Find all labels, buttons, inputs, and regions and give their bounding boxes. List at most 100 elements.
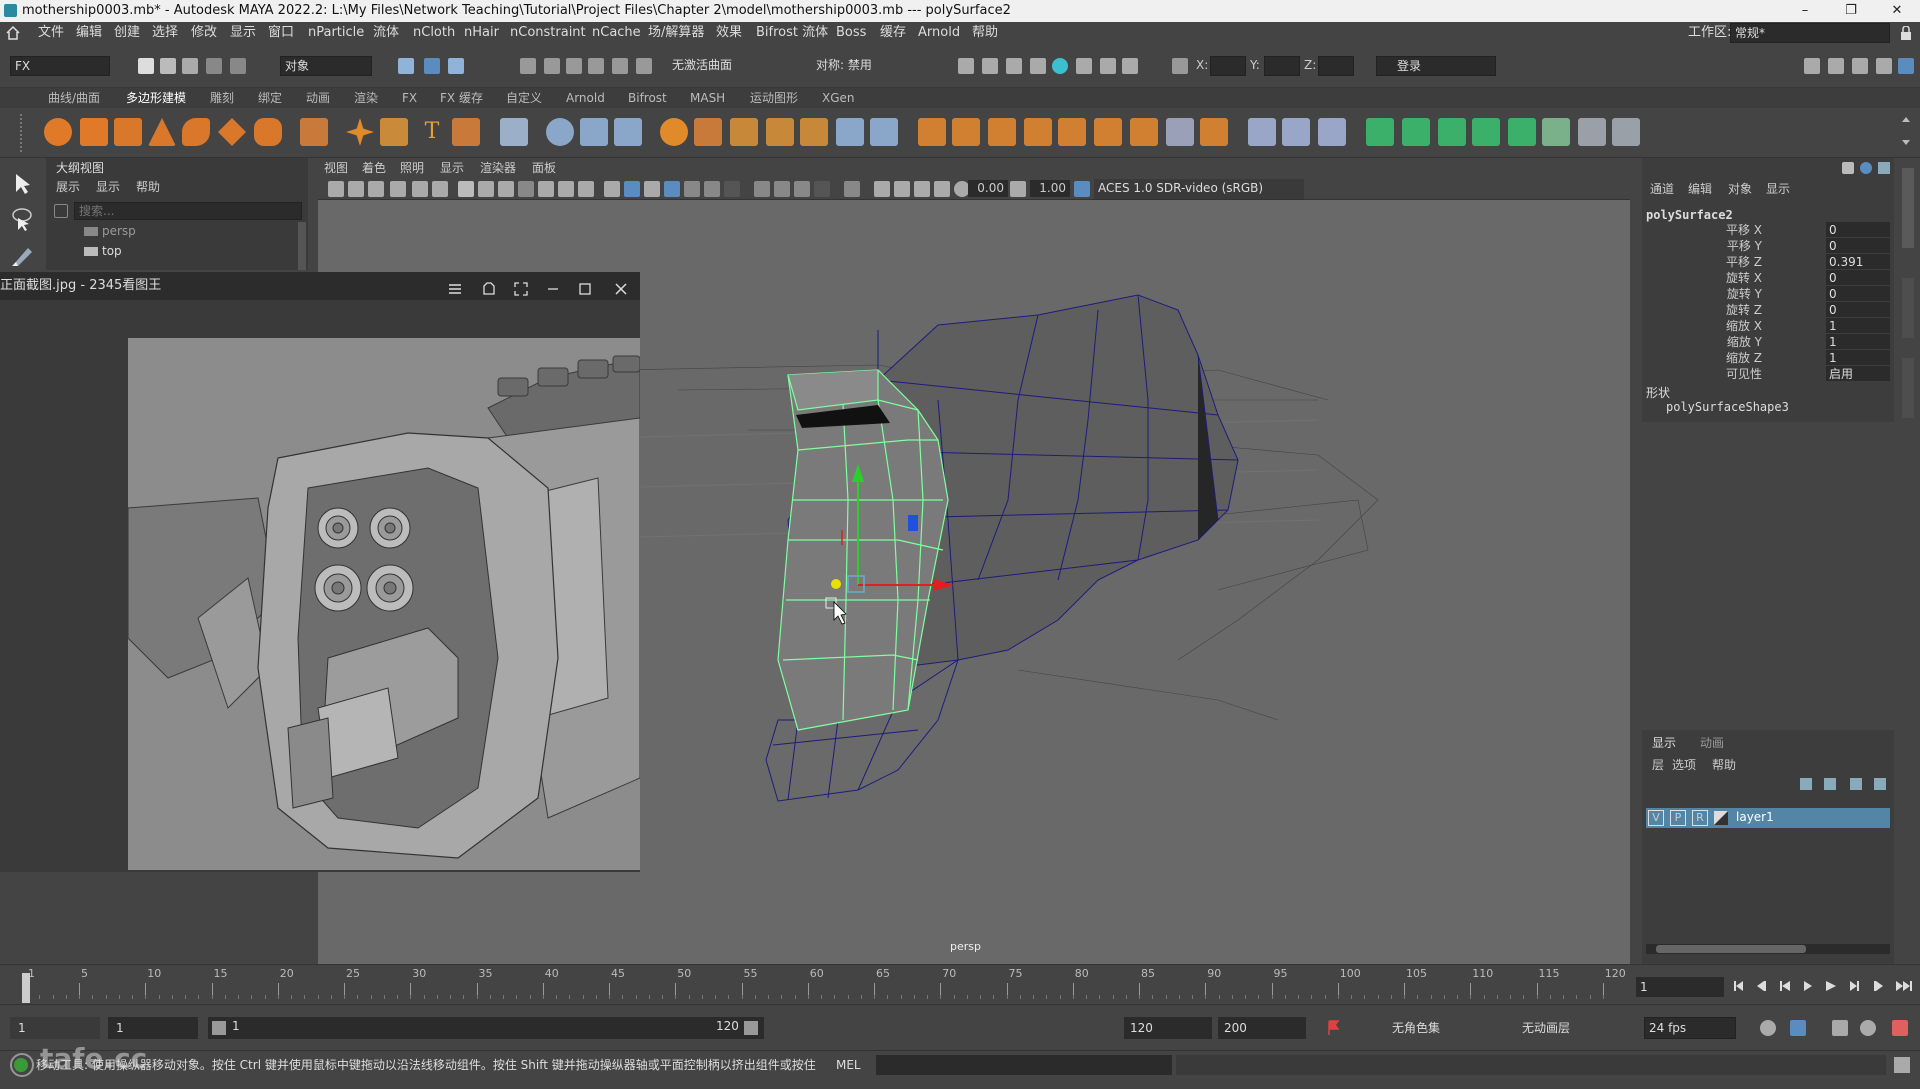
shelf-tab-rendering[interactable]: 渲染 <box>354 88 378 108</box>
channel-box-hyper-icon[interactable] <box>1878 162 1890 174</box>
redo-icon[interactable] <box>230 58 246 74</box>
script-language-label[interactable]: MEL <box>836 1051 861 1079</box>
viewport-menu-lighting[interactable]: 照明 <box>400 158 424 178</box>
snap-view-icon[interactable] <box>588 58 604 74</box>
snap-pivot-icon[interactable] <box>636 58 652 74</box>
sew-uv-icon[interactable] <box>1508 118 1536 146</box>
timeline-settings-icon[interactable] <box>1892 1020 1908 1036</box>
fps-select[interactable]: 24 fps <box>1644 1017 1736 1039</box>
type-tool-icon[interactable]: T <box>418 118 446 146</box>
sweep-mesh-icon[interactable] <box>380 118 408 146</box>
layer-playback-toggle[interactable]: P <box>1670 810 1686 826</box>
menu-fields-solvers[interactable]: 场/解算器 <box>648 22 704 44</box>
bridge-icon[interactable] <box>730 118 758 146</box>
cache-playback-icon[interactable] <box>1790 1020 1806 1036</box>
ambient-occlusion-icon[interactable] <box>754 181 770 197</box>
channel-row[interactable]: 平移 Y 0 <box>1642 238 1894 254</box>
pause-icon[interactable] <box>1122 58 1138 74</box>
svg-tool-icon[interactable] <box>452 118 480 146</box>
viewport-menu-renderer[interactable]: 渲染器 <box>480 158 516 178</box>
channel-row[interactable]: 缩放 X 1 <box>1642 318 1894 334</box>
exposure-field[interactable]: 0.00 <box>968 180 1008 197</box>
snap-point-icon[interactable] <box>566 58 582 74</box>
layout-uv-icon[interactable] <box>1578 118 1606 146</box>
safe-title-icon[interactable] <box>578 181 594 197</box>
arnold-render-icon[interactable] <box>1052 58 1068 74</box>
image-viewer-titlebar[interactable]: 正面截图.jpg - 2345看图王 <box>0 272 640 300</box>
channel-label[interactable]: 旋转 X <box>1726 270 1762 286</box>
current-time-marker[interactable] <box>22 973 30 1003</box>
smooth-shade-icon[interactable] <box>644 181 660 197</box>
viewport-menu-show[interactable]: 显示 <box>440 158 464 178</box>
poly-cone-icon[interactable] <box>148 118 176 146</box>
channel-label[interactable]: 平移 Z <box>1726 254 1762 270</box>
side-tab-attribute-editor[interactable] <box>1902 278 1914 338</box>
close-icon[interactable] <box>614 279 628 295</box>
shelf-tab-fx[interactable]: FX <box>402 88 417 108</box>
shelf-grip[interactable] <box>20 114 28 152</box>
channel-value[interactable]: 0 <box>1826 238 1890 253</box>
play-forward-button[interactable] <box>1822 977 1840 995</box>
channel-value[interactable]: 0.391 <box>1826 254 1890 269</box>
maximize-icon[interactable] <box>578 279 592 295</box>
layer-reference-toggle[interactable]: R <box>1692 810 1708 826</box>
play-backward-button[interactable] <box>1800 977 1818 995</box>
motion-blur-icon[interactable] <box>814 181 830 197</box>
shelf-tab-custom[interactable]: 自定义 <box>506 88 542 108</box>
channel-label[interactable]: 旋转 Y <box>1727 286 1762 302</box>
channel-row[interactable]: 缩放 Y 1 <box>1642 334 1894 350</box>
layer-visibility-toggle[interactable]: V <box>1648 810 1664 826</box>
image-viewer-window[interactable]: 正面截图.jpg - 2345看图王 <box>0 272 640 872</box>
step-forward-frame-button[interactable] <box>1846 977 1864 995</box>
lock-icon[interactable] <box>1900 25 1912 40</box>
range-end-handle[interactable] <box>744 1021 758 1035</box>
login-select[interactable]: 登录 <box>1376 56 1496 76</box>
paint-select-tool-icon[interactable] <box>10 242 36 268</box>
shelf-tab-sculpting[interactable]: 雕刻 <box>210 88 234 108</box>
command-line-input[interactable] <box>876 1055 1172 1075</box>
2d-pan-zoom-icon[interactable] <box>412 181 428 197</box>
target-weld-icon[interactable] <box>988 118 1016 146</box>
viewport-menu-view[interactable]: 视图 <box>324 158 348 178</box>
poke-icon[interactable] <box>1094 118 1122 146</box>
menu-arnold[interactable]: Arnold <box>918 22 960 44</box>
time-ruler[interactable]: 1 5 10 15 20 25 30 35 40 45 50 55 60 65 70 75 80 85 90 95 10… <box>26 965 1626 1005</box>
gamma-field[interactable]: 1.00 <box>1030 180 1070 197</box>
channel-row[interactable]: 平移 Z 0.391 <box>1642 254 1894 270</box>
camera-based-map-icon[interactable] <box>1366 118 1394 146</box>
planar-map-icon[interactable] <box>1282 118 1310 146</box>
unfold-icon[interactable] <box>1542 118 1570 146</box>
poly-sphere-icon[interactable] <box>44 118 72 146</box>
gamma-icon[interactable] <box>1010 181 1026 197</box>
poly-cube-icon[interactable] <box>80 118 108 146</box>
layer-row[interactable]: V P R layer1 <box>1646 808 1890 828</box>
fill-hole-icon[interactable] <box>836 118 864 146</box>
selection-mode-select[interactable]: 对象 <box>280 56 372 76</box>
extrude-icon[interactable] <box>766 118 794 146</box>
smooth-icon[interactable] <box>660 118 688 146</box>
menu-display[interactable]: 显示 <box>230 22 256 44</box>
outliner-filter-icon[interactable] <box>54 204 68 218</box>
xray-icon[interactable] <box>664 181 680 197</box>
menu-bifrost-fluids[interactable]: Bifrost 流体 <box>756 22 828 44</box>
undo-icon[interactable] <box>206 58 222 74</box>
open-scene-icon[interactable] <box>160 58 176 74</box>
automatic-map-icon[interactable] <box>1318 118 1346 146</box>
tool-settings-icon[interactable] <box>1852 58 1868 74</box>
restore-button[interactable]: ❐ <box>1828 0 1874 22</box>
channel-label[interactable]: 平移 Y <box>1727 238 1762 254</box>
channel-row[interactable]: 旋转 Z 0 <box>1642 302 1894 318</box>
scene-start-field[interactable]: 1 <box>10 1017 100 1039</box>
safe-action-icon[interactable] <box>558 181 574 197</box>
shelf-tab-rigging[interactable]: 绑定 <box>258 88 282 108</box>
select-component-icon[interactable] <box>448 58 464 74</box>
channel-label[interactable]: 缩放 Y <box>1727 334 1762 350</box>
channel-value[interactable]: 启用 <box>1826 366 1890 381</box>
soften-edge-icon[interactable] <box>1166 118 1194 146</box>
modeling-toolkit-icon[interactable] <box>1804 58 1820 74</box>
transform-mode-icon[interactable] <box>1172 58 1188 74</box>
shelf-tab-arnold[interactable]: Arnold <box>566 88 605 108</box>
channel-box-toggle-icon[interactable] <box>1876 58 1892 74</box>
hud-icon[interactable] <box>934 181 950 197</box>
insert-edge-loop-icon[interactable] <box>952 118 980 146</box>
